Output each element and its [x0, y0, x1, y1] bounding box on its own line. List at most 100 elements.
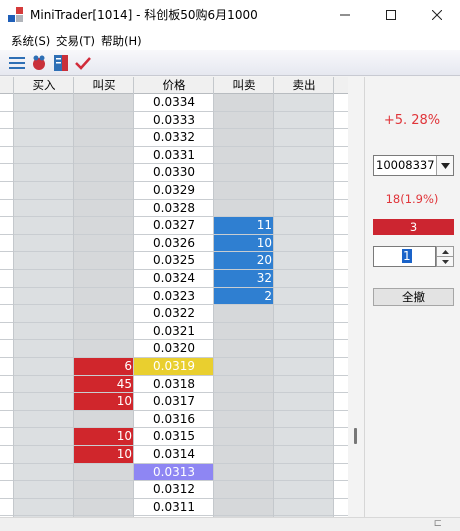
sell-cell[interactable] — [274, 164, 334, 182]
price-cell[interactable]: 0.0315 — [134, 428, 214, 446]
sell-cell[interactable] — [274, 111, 334, 130]
row-gutter-cell[interactable] — [0, 270, 14, 288]
buy-cell[interactable] — [14, 234, 74, 253]
bid-qty-cell[interactable] — [74, 340, 134, 358]
price-cell[interactable]: 0.0318 — [134, 375, 214, 394]
table-row[interactable]: 0.0320 — [0, 340, 348, 358]
bid-qty-cell[interactable] — [74, 146, 134, 165]
buy-cell[interactable] — [14, 446, 74, 464]
bid-qty-cell[interactable] — [74, 164, 134, 182]
row-gutter-cell[interactable] — [0, 287, 14, 306]
minimize-button[interactable] — [322, 0, 368, 30]
table-row[interactable]: 0.0334 — [0, 94, 348, 112]
price-cell[interactable]: 0.0317 — [134, 393, 214, 411]
row-gutter-cell[interactable] — [0, 463, 14, 482]
table-row[interactable]: 0.0311 — [0, 498, 348, 517]
row-end-cell[interactable] — [334, 111, 348, 130]
bid-qty-cell[interactable] — [74, 129, 134, 147]
sell-cell[interactable] — [274, 146, 334, 165]
price-cell[interactable]: 0.0322 — [134, 305, 214, 323]
ask-qty-cell[interactable] — [214, 94, 274, 112]
buy-cell[interactable] — [14, 358, 74, 376]
row-gutter-cell[interactable] — [0, 252, 14, 270]
ask-qty-cell[interactable] — [214, 375, 274, 394]
ask-qty-cell[interactable] — [214, 182, 274, 200]
price-cell[interactable]: 0.0324 — [134, 270, 214, 288]
price-cell[interactable]: 0.0328 — [134, 199, 214, 218]
row-end-cell[interactable] — [334, 498, 348, 517]
row-gutter-cell[interactable] — [0, 94, 14, 112]
buy-cell[interactable] — [14, 164, 74, 182]
row-gutter-cell[interactable] — [0, 481, 14, 499]
list-button[interactable] — [8, 54, 26, 72]
table-row[interactable]: 0.0322 — [0, 305, 348, 323]
bid-qty-cell[interactable]: 10 — [74, 428, 134, 446]
buy-cell[interactable] — [14, 481, 74, 499]
buy-cell[interactable] — [14, 270, 74, 288]
bug-button[interactable] — [30, 54, 48, 72]
ask-qty-cell[interactable] — [214, 498, 274, 517]
bid-qty-cell[interactable] — [74, 199, 134, 218]
check-button[interactable] — [74, 54, 92, 72]
bid-qty-cell[interactable] — [74, 481, 134, 499]
row-end-cell[interactable] — [334, 252, 348, 270]
row-gutter-cell[interactable] — [0, 428, 14, 446]
row-gutter-cell[interactable] — [0, 358, 14, 376]
sell-cell[interactable] — [274, 322, 334, 341]
cancel-all-button[interactable]: 全撤 — [373, 288, 454, 306]
menu-system[interactable]: 系统(S) — [11, 33, 50, 49]
row-gutter-cell[interactable] — [0, 111, 14, 130]
bid-qty-cell[interactable] — [74, 498, 134, 517]
price-cell[interactable]: 0.0329 — [134, 182, 214, 200]
table-row[interactable]: 0.0325 20 — [0, 252, 348, 270]
ask-qty-cell[interactable] — [214, 358, 274, 376]
bid-qty-cell[interactable]: 10 — [74, 446, 134, 464]
buy-cell[interactable] — [14, 305, 74, 323]
chevron-down-icon[interactable] — [436, 156, 453, 175]
row-gutter-cell[interactable] — [0, 410, 14, 429]
row-end-cell[interactable] — [334, 199, 348, 218]
sell-cell[interactable] — [274, 252, 334, 270]
table-row[interactable]: 0.0321 — [0, 322, 348, 341]
row-gutter-cell[interactable] — [0, 446, 14, 464]
buy-cell[interactable] — [14, 94, 74, 112]
row-end-cell[interactable] — [334, 129, 348, 147]
table-row[interactable]: 0.0323 2 — [0, 287, 348, 306]
sell-cell[interactable] — [274, 270, 334, 288]
book-button[interactable] — [52, 54, 70, 72]
buy-cell[interactable] — [14, 129, 74, 147]
table-row[interactable]: 0.0313 — [0, 463, 348, 482]
sell-cell[interactable] — [274, 129, 334, 147]
bid-qty-cell[interactable] — [74, 322, 134, 341]
bid-qty-cell[interactable] — [74, 410, 134, 429]
row-end-cell[interactable] — [334, 446, 348, 464]
sell-cell[interactable] — [274, 463, 334, 482]
bid-qty-cell[interactable]: 6 — [74, 358, 134, 376]
bid-qty-cell[interactable] — [74, 463, 134, 482]
buy-cell[interactable] — [14, 287, 74, 306]
buy-cell[interactable] — [14, 428, 74, 446]
sell-cell[interactable] — [274, 498, 334, 517]
ask-qty-cell[interactable] — [214, 199, 274, 218]
sell-cell[interactable] — [274, 94, 334, 112]
scrollbar-thumb[interactable] — [354, 428, 357, 444]
price-cell[interactable]: 0.0330 — [134, 164, 214, 182]
table-row[interactable]: 10 0.0315 — [0, 428, 348, 446]
row-end-cell[interactable] — [334, 287, 348, 306]
row-end-cell[interactable] — [334, 164, 348, 182]
sell-cell[interactable] — [274, 446, 334, 464]
sell-cell[interactable] — [274, 182, 334, 200]
ask-qty-cell[interactable] — [214, 481, 274, 499]
ask-qty-cell[interactable] — [214, 428, 274, 446]
price-cell[interactable]: 0.0334 — [134, 94, 214, 112]
row-gutter-cell[interactable] — [0, 340, 14, 358]
row-end-cell[interactable] — [334, 182, 348, 200]
buy-cell[interactable] — [14, 146, 74, 165]
row-gutter-cell[interactable] — [0, 305, 14, 323]
row-gutter-cell[interactable] — [0, 199, 14, 218]
bid-qty-cell[interactable] — [74, 94, 134, 112]
ask-qty-cell[interactable] — [214, 164, 274, 182]
ask-qty-cell[interactable] — [214, 410, 274, 429]
table-row[interactable]: 0.0332 — [0, 129, 348, 147]
row-end-cell[interactable] — [334, 393, 348, 411]
